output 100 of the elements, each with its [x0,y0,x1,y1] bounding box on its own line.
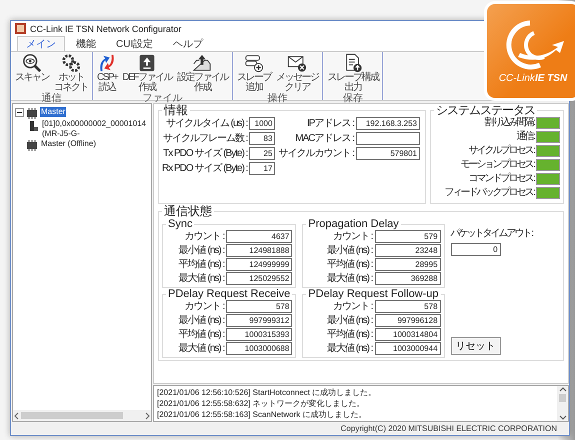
field-label: MACアドレス : [295,132,354,144]
scroll-up-icon[interactable] [558,386,566,394]
status-label: モーションプロセス : [460,159,534,171]
value-field: 4637 [226,230,292,243]
value-field: 125029552 [226,272,292,285]
value-field: 1003000944 [374,342,441,355]
scroll-left-icon[interactable] [13,412,21,420]
field-label: 最小値 (ns) : [326,314,373,326]
scroll-thumb[interactable] [21,412,123,419]
field-label: サイクルタイム (us) : [166,118,248,130]
field-label: カウント : [184,230,224,242]
ribbon-tab[interactable]: CUI設定 [107,36,162,51]
group-label: ファイル [142,94,182,104]
value-field: 369288 [374,272,441,285]
logo-text: CC-LinkIE TSN [498,72,568,84]
section-title: システムステータス [435,104,536,117]
status-label: 通信 : [516,131,534,143]
ribbon-button[interactable]: メッセージ クリア [274,53,320,93]
field-label: 最大値 (ns) : [178,272,224,284]
tree-item[interactable]: Master (Offline) [40,139,97,149]
field-label: 平均値 (ns) : [326,258,373,270]
value-field: 1000314804 [374,328,441,341]
field-label: カウント : [184,300,224,312]
value-field: 1000 [249,117,276,130]
field-label: 平均値 (ns) : [178,258,224,270]
scroll-thumb[interactable] [559,394,566,402]
group-title: PDelay Request Receive [167,288,292,300]
copyright-text: Copyright(C) 2020 MITSUBISHI ELECTRIC CORPORATION [340,424,557,434]
ribbon-button[interactable]: CSP+ 読込 [95,53,120,93]
value-field: 1000315393 [226,328,292,341]
value-field: 83 [249,132,276,145]
field-label: Tx PDO サイズ (Byte) : [163,148,248,160]
field-label: 平均値 (ns) : [326,328,373,340]
gears-icon [61,53,81,73]
status-label: コマンドプロセス : [468,173,534,185]
status-label: フィードバックプロセス : [444,187,534,199]
log-line: [2021/01/06 12:55:58:163] ScanNetwork に成功しました。 [157,409,368,420]
group-title: Propagation Delay [307,218,400,230]
reset-button[interactable]: リセット [450,337,501,355]
group-label: 操作 [268,94,288,104]
ribbon-button[interactable]: スキャン [13,53,51,93]
device-icon [26,108,38,119]
tree-item[interactable]: [01]0,0x00000002_00001014 (MR-J5-G- [41,119,149,139]
value-field: 0 [450,243,501,256]
field-label: サイクルフレーム数 : [162,132,248,144]
field-label: 最小値 (ns) : [178,244,224,256]
ribbon-tab[interactable]: ヘルプ [164,36,212,51]
group-label: 通信 [42,94,62,104]
value-field: 23248 [374,244,441,257]
status-label: サイクルプロセス : [468,145,534,157]
field-label: IPアドレス : [307,118,354,130]
value-field: 997999312 [226,314,292,327]
group-title: PDelay Request Follow-up [307,288,440,300]
field-label: カウント : [332,300,373,312]
field-label: 最大値 (ns) : [326,342,373,354]
log-line: [2021/01/06 12:55:58:632] ネットワークが変化しました。 [157,398,366,409]
section-title: 通信状態 [163,205,213,218]
app-icon [15,23,26,34]
group-label: 保存 [342,94,363,104]
window-title: CC-Link IE TSN Network Configurator [30,24,182,34]
value-field [356,132,420,145]
value-field: 25 [249,147,276,160]
ribbon-tab[interactable]: メイン [17,36,65,51]
field-label: サイクルカウント : [278,148,354,160]
value-field: 579801 [356,147,420,160]
value-field: 578 [226,300,292,313]
device-icon [26,140,38,151]
value-field: 124999999 [226,258,292,271]
field-label: Rx PDO サイズ (Byte) : [162,162,248,174]
status-label: 割り込み間隔 : [484,117,534,129]
ribbon-button[interactable]: DEFファイル 作成 [120,53,174,93]
tree-item[interactable]: Master [40,107,66,117]
horizontal-scrollbar[interactable] [13,410,151,421]
field-label: 最大値 (ns) : [178,342,224,354]
value-field: 17 [249,162,276,175]
value-field: 192.168.3.253 [356,117,420,130]
ribbon-button[interactable]: スレーブ構成 出力 [325,53,380,93]
field-label: 最小値 (ns) : [178,314,224,326]
field-label: 最小値 (ns) : [326,244,373,256]
value-field: 579 [374,230,441,243]
ribbon-button[interactable]: スレーブ 追加 [234,53,273,93]
section-title: 情報 [162,104,189,117]
tray-upload-icon [192,53,212,73]
value-field: 997996128 [374,314,441,327]
vertical-scrollbar[interactable] [557,386,568,421]
field-label: 最大値 (ns) : [326,272,373,284]
field-label: カウント : [332,230,373,242]
group-title: Sync [167,218,194,230]
ribbon-button[interactable]: ホット コネクト [52,53,90,93]
field-label: パケットタイムアウト : [450,228,532,240]
ribbon-button[interactable]: 設定ファイル 作成 [174,53,230,93]
scroll-right-icon[interactable] [143,412,151,420]
field-label: 平均値 (ns) : [178,328,224,340]
value-field: 28995 [374,258,441,271]
log-line: [2021/01/06 12:56:10:526] StartHotconnect に成功しました。 [157,387,378,398]
value-field: 1003000688 [226,342,292,355]
value-field: 578 [374,300,441,313]
ribbon-tab[interactable]: 機能 [67,36,105,51]
collapse-icon[interactable] [15,108,24,117]
scroll-down-icon[interactable] [558,413,566,421]
